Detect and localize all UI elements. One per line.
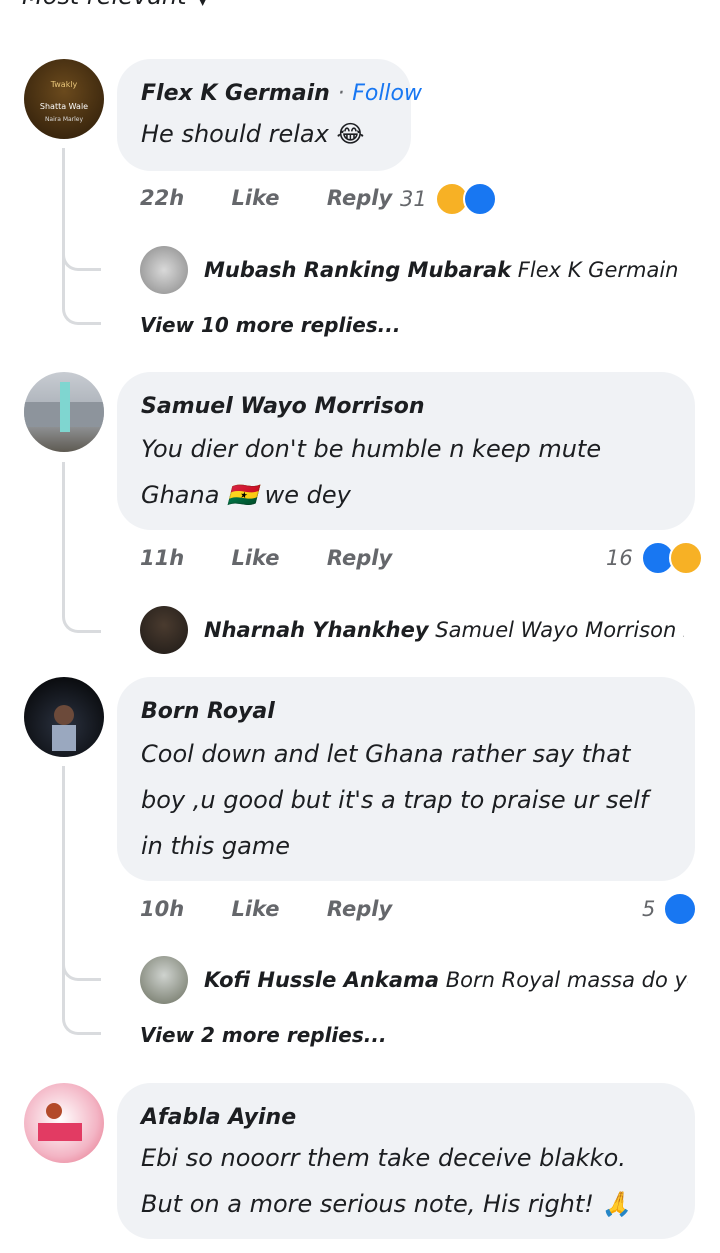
reply-avatar[interactable] — [140, 956, 188, 1004]
comment-actions: 10h Like Reply — [140, 897, 432, 921]
comment-actions: 22h Like Reply — [140, 186, 432, 210]
reactions-count: 16 — [606, 546, 633, 570]
reply-preview[interactable]: Nharnah Yhankhey Samuel Wayo Morrison h.… — [204, 618, 684, 642]
thread-line — [62, 462, 65, 602]
reply-text: Born Royal massa do yo ... — [445, 968, 688, 992]
comment-time[interactable]: 10h — [140, 897, 184, 921]
reply-text: Flex K Germain s... — [517, 258, 684, 282]
comment-text-line: Ebi so nooorr them take deceive blakko. — [141, 1144, 626, 1172]
chevron-down-icon: ▼ — [197, 0, 209, 8]
comment-bubble: Afabla Ayine Ebi so nooorr them take dec… — [117, 1083, 695, 1239]
reactions-count: 31 — [400, 187, 427, 211]
comment-text-line: boy ,u good but it's a trap to praise ur… — [141, 786, 649, 814]
like-button[interactable]: Like — [232, 186, 280, 210]
thread-connector — [62, 240, 101, 271]
avatar[interactable] — [24, 1083, 104, 1163]
comment-text-line: But on a more serious note, His right! 🙏 — [141, 1190, 632, 1218]
reply-preview[interactable]: Kofi Hussle Ankama Born Royal massa do y… — [204, 968, 688, 992]
reactions-summary[interactable]: 31 — [400, 182, 497, 216]
thread-connector — [62, 600, 101, 633]
comment-text-line: in this game — [141, 832, 291, 860]
author-name[interactable]: Flex K Germain — [141, 81, 330, 106]
svg-text:Naira Marley: Naira Marley — [45, 116, 84, 123]
like-reaction-icon — [462, 182, 497, 216]
like-button[interactable]: Like — [232, 897, 280, 921]
thread-connector — [62, 294, 101, 325]
reply-avatar[interactable] — [140, 606, 188, 654]
reply-preview[interactable]: Mubash Ranking Mubarak Flex K Germain s.… — [204, 258, 684, 282]
thread-connector — [62, 1004, 101, 1035]
avatar[interactable] — [24, 372, 104, 452]
comment-text: He should relax 😂 — [141, 120, 365, 148]
like-button[interactable]: Like — [232, 546, 280, 570]
author-name[interactable]: Samuel Wayo Morrison — [141, 394, 425, 419]
reply-author: Kofi Hussle Ankama — [204, 968, 440, 992]
avatar[interactable]: Twakly Shatta Wale Naira Marley — [24, 59, 104, 139]
comment-bubble: Born Royal Cool down and let Ghana rathe… — [117, 677, 695, 881]
author-name[interactable]: Afabla Ayine — [141, 1105, 296, 1130]
reply-button[interactable]: Reply — [327, 546, 392, 570]
reactions-summary[interactable]: 5 — [642, 892, 698, 926]
reply-button[interactable]: Reply — [327, 186, 392, 210]
comment-time[interactable]: 22h — [140, 186, 184, 210]
reply-avatar[interactable] — [140, 246, 188, 294]
sort-dropdown[interactable]: Most relevant ▼ — [22, 0, 209, 10]
avatar[interactable] — [24, 677, 104, 757]
reply-author: Nharnah Yhankhey — [204, 618, 429, 642]
comment-text-line: You dier don't be humble n keep mute — [141, 435, 602, 463]
view-more-replies[interactable]: View 2 more replies... — [140, 1023, 387, 1047]
svg-text:Twakly: Twakly — [50, 80, 78, 89]
reactions-summary[interactable]: 16 — [606, 541, 703, 575]
reply-author: Mubash Ranking Mubarak — [204, 258, 512, 282]
comment-text-line: Cool down and let Ghana rather say that — [141, 740, 631, 768]
separator-dot: · — [337, 81, 345, 106]
follow-button[interactable]: Follow — [352, 81, 422, 106]
comment-bubble: Samuel Wayo Morrison You dier don't be h… — [117, 372, 695, 530]
svg-text:Shatta Wale: Shatta Wale — [40, 102, 88, 111]
thread-connector — [62, 950, 101, 981]
comment-author: Flex K Germain · Follow — [141, 81, 422, 106]
like-reaction-icon — [663, 892, 698, 926]
sort-label: Most relevant — [22, 0, 187, 10]
reply-text: Samuel Wayo Morrison h... — [435, 618, 684, 642]
reply-button[interactable]: Reply — [327, 897, 392, 921]
reactions-count: 5 — [642, 897, 656, 921]
comment-time[interactable]: 11h — [140, 546, 184, 570]
author-name[interactable]: Born Royal — [141, 699, 275, 724]
comment-bubble: Flex K Germain · Follow He should relax … — [117, 59, 422, 171]
view-more-replies[interactable]: View 10 more replies... — [140, 313, 400, 337]
thread-line — [62, 766, 65, 978]
haha-reaction-icon — [668, 541, 703, 575]
comment-actions: 11h Like Reply — [140, 546, 432, 570]
comment-text-line: Ghana 🇬🇭 we dey — [141, 481, 351, 509]
